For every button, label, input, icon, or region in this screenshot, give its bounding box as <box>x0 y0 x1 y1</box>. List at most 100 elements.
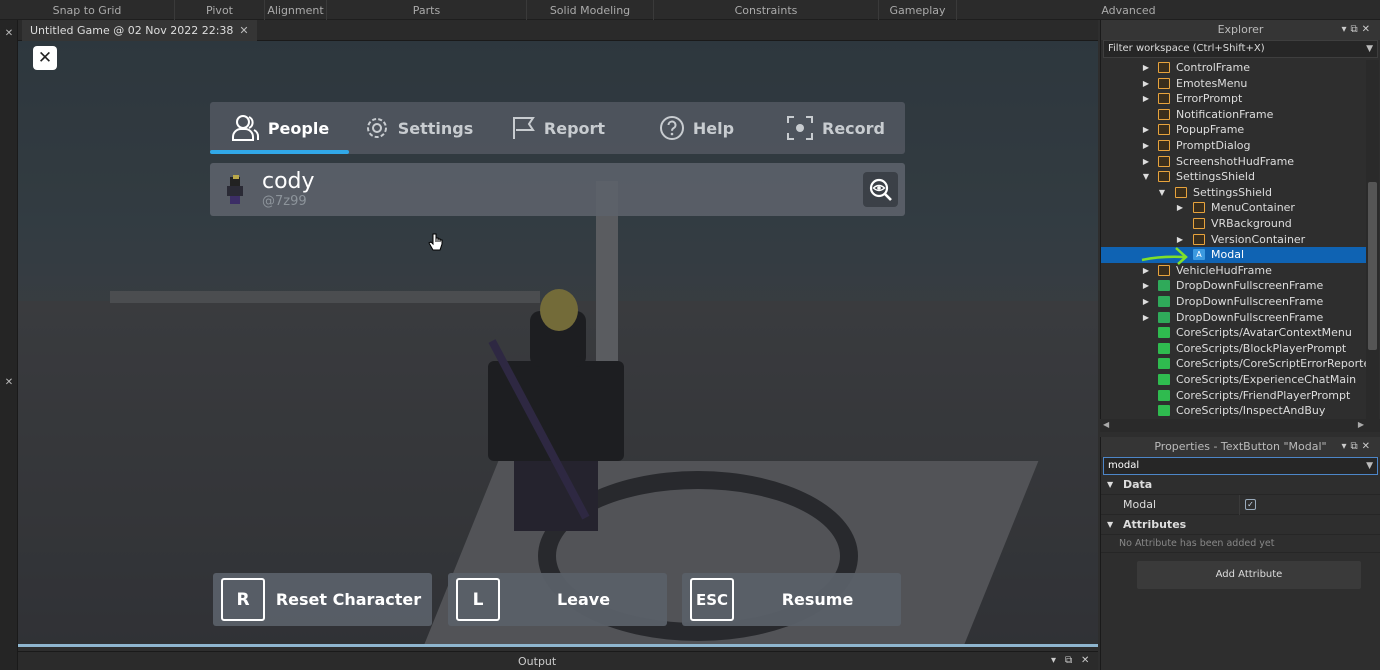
tree-item[interactable]: VRBackground <box>1101 216 1367 232</box>
tree-item-label: MenuContainer <box>1211 201 1295 215</box>
expand-arrow-icon[interactable]: ▶ <box>1141 91 1151 106</box>
active-tab-indicator <box>210 150 349 154</box>
tree-item-label: Modal <box>1211 248 1244 262</box>
close-icon[interactable]: ✕ <box>1362 24 1374 35</box>
section-data[interactable]: ▼ Data <box>1101 475 1380 495</box>
frame-icon <box>1158 62 1170 73</box>
tree-item[interactable]: ▶ DropDownFullscreenFrame <box>1101 278 1367 294</box>
tree-item[interactable]: ▶ ErrorPrompt <box>1101 91 1367 107</box>
tree-item[interactable]: ▶ EmotesMenu <box>1101 76 1367 92</box>
ribbon-group-constraints[interactable]: Constraints <box>654 0 879 20</box>
close-icon[interactable]: ✕ <box>1081 655 1089 666</box>
tree-item[interactable]: ▶ ScreenshotHudFrame <box>1101 154 1367 170</box>
expand-arrow-icon[interactable]: ▶ <box>1141 154 1151 169</box>
tree-item-label: CoreScripts/AvatarContextMenu <box>1176 326 1352 340</box>
expand-arrow-icon[interactable]: ▶ <box>1141 122 1151 137</box>
expand-arrow-icon[interactable]: ▶ <box>1141 294 1151 309</box>
undock-icon[interactable]: ⧉ <box>1065 655 1072 666</box>
tab-settings[interactable]: Settings <box>349 102 488 154</box>
scrollbar-thumb[interactable] <box>1368 182 1377 350</box>
tree-item-label: ControlFrame <box>1176 61 1251 74</box>
add-attribute-button[interactable]: Add Attribute <box>1137 561 1361 589</box>
ribbon-group-parts[interactable]: Parts <box>327 0 527 20</box>
player-username: @7z99 <box>262 194 307 209</box>
document-tab-title: Untitled Game @ 02 Nov 2022 22:38 <box>30 24 234 37</box>
player-list-item[interactable]: cody @7z99 <box>210 163 905 216</box>
tree-item[interactable]: NotificationFrame <box>1101 107 1367 123</box>
tree-item[interactable]: ▼ SettingsShield <box>1101 185 1367 201</box>
expand-arrow-icon[interactable]: ▶ <box>1141 278 1151 293</box>
tree-item-label: CoreScripts/InspectAndBuy <box>1176 404 1326 418</box>
gear-icon <box>366 118 387 138</box>
frame-icon <box>1158 140 1170 151</box>
image-icon <box>1158 280 1170 292</box>
tree-item[interactable]: CoreScripts/BlockPlayerPrompt <box>1101 341 1367 357</box>
inspect-button[interactable] <box>863 172 898 207</box>
ribbon-group-snap-to-grid[interactable]: Snap to Grid <box>0 0 175 20</box>
chevron-down-icon[interactable]: ▼ <box>1366 41 1373 57</box>
inspect-icon <box>869 178 892 201</box>
tree-item[interactable]: ▶ DropDownFullscreenFrame <box>1101 294 1367 310</box>
explorer-vertical-scrollbar[interactable] <box>1366 60 1379 420</box>
expand-arrow-icon[interactable]: ▶ <box>1141 60 1151 75</box>
tab-record[interactable]: Record <box>766 102 905 154</box>
chevron-down-icon[interactable]: ▼ <box>1366 458 1373 474</box>
ribbon-group-advanced[interactable]: Advanced <box>957 0 1300 20</box>
collapse-arrow-icon[interactable]: ▼ <box>1107 515 1113 535</box>
scroll-right-icon[interactable]: ▶ <box>1358 420 1364 429</box>
collapse-arrow-icon[interactable]: ▼ <box>1141 169 1151 184</box>
undock-icon[interactable]: ⧉ <box>1350 441 1361 452</box>
tree-item-label: ScreenshotHudFrame <box>1176 154 1295 168</box>
close-menu-button[interactable]: ✕ <box>33 46 57 70</box>
tab-help[interactable]: Help <box>627 102 766 154</box>
tree-item[interactable]: CoreScripts/CoreScriptErrorReporter <box>1101 356 1367 372</box>
undock-icon[interactable]: ⧉ <box>1350 24 1361 35</box>
tab-report[interactable]: Report <box>488 102 627 154</box>
expand-arrow-icon[interactable]: ▶ <box>1141 138 1151 153</box>
reset-character-button[interactable]: R Reset Character <box>213 573 432 626</box>
close-icon[interactable]: ✕ <box>239 24 248 37</box>
close-icon[interactable]: ✕ <box>1362 441 1374 452</box>
explorer-horizontal-scrollbar[interactable]: ◀ ▶ <box>1100 419 1380 432</box>
explorer-tree: ▶ ControlFrame ▶ EmotesMenu ▶ ErrorPrompt N… <box>1101 60 1367 418</box>
expand-arrow-icon[interactable]: ▶ <box>1141 76 1151 91</box>
tree-item[interactable]: ▶ PromptDialog <box>1101 138 1367 154</box>
keyboard-key-hint: ESC <box>690 578 734 621</box>
tree-item[interactable]: ▼ SettingsShield <box>1101 169 1367 185</box>
close-icon[interactable]: ✕ <box>0 28 18 39</box>
ribbon-group-alignment[interactable]: Alignment <box>265 0 327 20</box>
collapse-arrow-icon[interactable]: ▼ <box>1107 475 1113 495</box>
tree-item[interactable]: ▶ DropDownFullscreenFrame <box>1101 310 1367 326</box>
tree-item[interactable]: ▶ MenuContainer <box>1101 200 1367 216</box>
tree-item[interactable]: CoreScripts/ExperienceChatMain <box>1101 372 1367 388</box>
ribbon-group-gameplay[interactable]: Gameplay <box>879 0 957 20</box>
game-viewport[interactable]: ✕ People Settings Report Help Record cod… <box>18 41 1098 647</box>
ribbon-group-solid-modeling[interactable]: Solid Modeling <box>527 0 654 20</box>
resume-button[interactable]: ESC Resume <box>682 573 901 626</box>
expand-arrow-icon[interactable]: ▶ <box>1141 310 1151 325</box>
expand-arrow-icon[interactable]: ▶ <box>1175 200 1185 215</box>
explorer-filter-input[interactable]: Filter workspace (Ctrl+Shift+X) ▼ <box>1103 40 1378 58</box>
chevron-down-icon[interactable]: ▾ <box>1051 655 1056 666</box>
section-attributes[interactable]: ▼ Attributes <box>1101 515 1380 535</box>
output-panel-header[interactable]: Output ▾ ⧉ ✕ <box>18 651 1098 670</box>
ribbon-group-label: Parts <box>412 4 441 17</box>
tree-item[interactable]: CoreScripts/AvatarContextMenu <box>1101 325 1367 341</box>
tree-item[interactable]: CoreScripts/InspectAndBuy <box>1101 403 1367 418</box>
tree-item-label: SettingsShield <box>1193 185 1272 199</box>
frame-icon <box>1158 108 1170 120</box>
tree-item[interactable]: ▶ ControlFrame <box>1101 60 1367 76</box>
properties-search-input[interactable]: modal ▼ <box>1103 457 1378 475</box>
tab-people[interactable]: People <box>210 102 349 154</box>
ribbon-group-pivot[interactable]: Pivot <box>175 0 265 20</box>
document-tab[interactable]: Untitled Game @ 02 Nov 2022 22:38 ✕ <box>22 20 257 41</box>
collapse-arrow-icon[interactable]: ▼ <box>1157 185 1167 200</box>
leave-button[interactable]: L Leave <box>448 573 667 626</box>
tree-item-label: DropDownFullscreenFrame <box>1176 310 1324 324</box>
scroll-left-icon[interactable]: ◀ <box>1103 420 1109 429</box>
close-icon[interactable]: ✕ <box>0 377 18 388</box>
modal-checkbox[interactable]: ✓ <box>1245 499 1256 510</box>
tree-item[interactable]: CoreScripts/FriendPlayerPrompt <box>1101 388 1367 404</box>
tree-item-label: CoreScripts/CoreScriptErrorReporter <box>1176 357 1367 371</box>
tree-item[interactable]: ▶ PopupFrame <box>1101 122 1367 138</box>
